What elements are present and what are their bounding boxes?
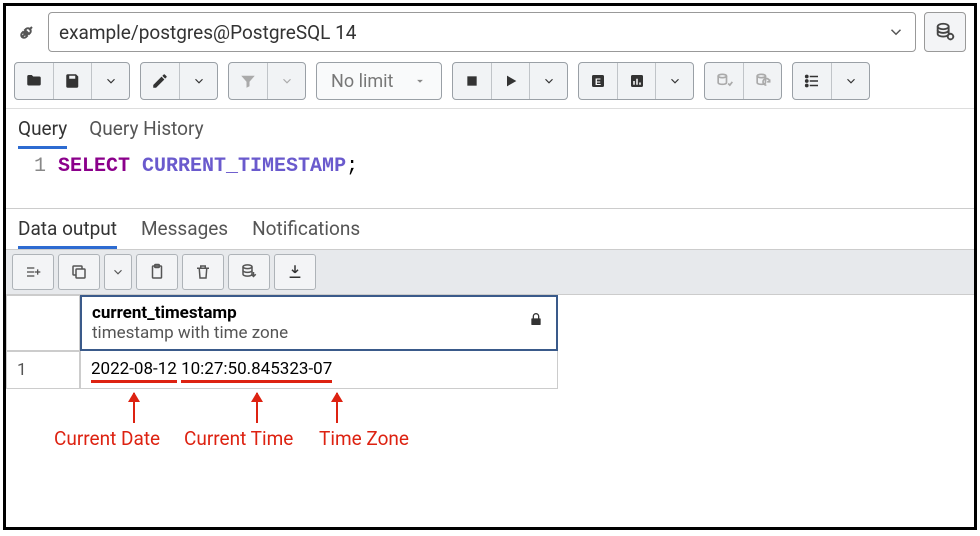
open-file-button[interactable] <box>15 63 53 99</box>
explain-analyze-button[interactable] <box>617 63 655 99</box>
value-timezone: -07 <box>308 359 332 383</box>
connection-label: example/postgres@PostgreSQL 14 <box>59 21 357 44</box>
filter-button[interactable] <box>229 63 267 99</box>
save-dropdown-button[interactable] <box>91 63 129 99</box>
keyword-function: CURRENT_TIMESTAMP <box>142 155 346 178</box>
row-header-blank <box>6 295 80 351</box>
save-button[interactable] <box>53 63 91 99</box>
copy-button[interactable] <box>58 254 100 290</box>
value-time: 10:27:50.845323 <box>181 359 308 383</box>
connection-settings-button[interactable] <box>924 12 966 52</box>
execute-button[interactable] <box>491 63 529 99</box>
tab-notifications[interactable]: Notifications <box>252 217 360 249</box>
tab-query[interactable]: Query <box>18 117 67 149</box>
statement-end: ; <box>346 155 358 178</box>
stop-button[interactable] <box>453 63 491 99</box>
tab-messages[interactable]: Messages <box>141 217 228 249</box>
filter-dropdown-button[interactable] <box>267 63 305 99</box>
arrow-date-icon <box>133 393 135 423</box>
connection-status-icon <box>14 19 40 45</box>
column-header[interactable]: current_timestamp timestamp with time zo… <box>80 295 558 351</box>
add-row-button[interactable] <box>12 254 54 290</box>
lock-icon <box>528 311 544 327</box>
arrow-time-icon <box>256 393 258 423</box>
delete-row-button[interactable] <box>182 254 224 290</box>
save-data-button[interactable] <box>228 254 270 290</box>
keyword-select: SELECT <box>58 155 130 178</box>
chevron-down-icon <box>887 23 905 41</box>
annotation-area: Current Date Current Time Time Zone <box>6 393 974 473</box>
cell-value[interactable]: 2022-08-12 10:27:50.845323-07 <box>80 351 558 389</box>
arrow-tz-icon <box>336 393 338 423</box>
macros-button[interactable] <box>793 63 831 99</box>
tab-data-output[interactable]: Data output <box>18 217 117 249</box>
column-name: current_timestamp <box>92 303 546 323</box>
svg-text:E: E <box>595 77 601 87</box>
tab-query-history[interactable]: Query History <box>89 117 203 149</box>
line-number: 1 <box>6 155 58 194</box>
annotation-time: Current Time <box>184 427 293 450</box>
commit-button[interactable] <box>705 63 743 99</box>
macros-dropdown-button[interactable] <box>831 63 869 99</box>
execute-dropdown-button[interactable] <box>529 63 567 99</box>
rollback-button[interactable] <box>743 63 781 99</box>
row-limit-select[interactable]: No limit <box>316 62 442 100</box>
edit-button[interactable] <box>141 63 179 99</box>
connection-selector[interactable]: example/postgres@PostgreSQL 14 <box>48 12 916 52</box>
row-number: 1 <box>6 351 80 389</box>
download-button[interactable] <box>274 254 316 290</box>
paste-button[interactable] <box>136 254 178 290</box>
explain-dropdown-button[interactable] <box>655 63 693 99</box>
annotation-date: Current Date <box>54 427 160 450</box>
sql-editor[interactable]: 1 SELECT CURRENT_TIMESTAMP; <box>6 149 974 209</box>
value-date: 2022-08-12 <box>91 359 177 383</box>
edit-dropdown-button[interactable] <box>179 63 217 99</box>
annotation-tz: Time Zone <box>319 427 409 450</box>
sql-code: SELECT CURRENT_TIMESTAMP; <box>58 155 974 194</box>
explain-button[interactable]: E <box>579 63 617 99</box>
copy-dropdown-button[interactable] <box>104 254 132 290</box>
column-type: timestamp with time zone <box>92 323 546 343</box>
row-limit-label: No limit <box>331 71 393 92</box>
